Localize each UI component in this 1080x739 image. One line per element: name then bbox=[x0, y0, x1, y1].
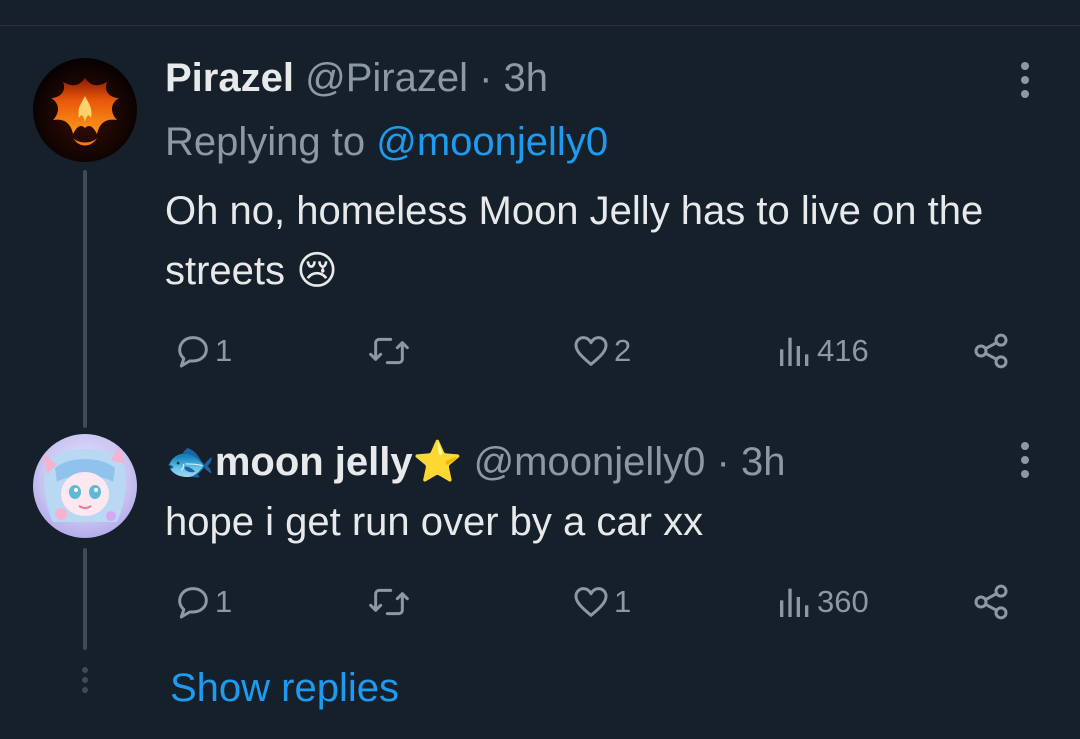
tweet-header: Pirazel @Pirazel · 3h bbox=[165, 54, 548, 102]
retweet-button[interactable] bbox=[367, 326, 413, 376]
views-icon bbox=[780, 588, 809, 617]
more-vertical-icon[interactable] bbox=[1010, 440, 1040, 480]
handle[interactable]: @moonjelly0 bbox=[474, 440, 706, 484]
views-button[interactable]: 360 bbox=[775, 577, 869, 627]
like-count: 2 bbox=[614, 333, 632, 368]
reply-icon bbox=[178, 587, 208, 619]
share-button[interactable] bbox=[971, 326, 1011, 376]
show-replies-link[interactable]: Show replies bbox=[170, 660, 399, 716]
heart-icon bbox=[574, 336, 608, 366]
timestamp[interactable]: · 3h bbox=[479, 56, 548, 100]
tweet-pirazel[interactable]: Pirazel @Pirazel · 3h Replying to @moonj… bbox=[0, 0, 1080, 428]
share-icon bbox=[974, 333, 1008, 369]
views-button[interactable]: 416 bbox=[775, 326, 869, 376]
tweet-text-content: hope i get run over by a car xx bbox=[165, 500, 704, 544]
reply-icon bbox=[178, 336, 208, 368]
thread-line bbox=[83, 170, 87, 428]
replying-prefix: Replying to bbox=[165, 120, 366, 164]
tweet-text: hope i get run over by a car xx bbox=[165, 492, 1045, 552]
avatar-pirazel[interactable] bbox=[33, 58, 137, 162]
view-count: 360 bbox=[817, 584, 869, 619]
share-icon bbox=[974, 584, 1008, 620]
star-emoji: ⭐ bbox=[412, 440, 463, 484]
heart-icon bbox=[574, 587, 608, 617]
avatar-moonjelly[interactable] bbox=[33, 434, 137, 538]
tweet-moonjelly[interactable]: 🐟moon jelly⭐ @moonjelly0 · 3h hope i get… bbox=[0, 400, 1080, 660]
tweet-text-content: Oh no, homeless Moon Jelly has to live o… bbox=[165, 189, 984, 293]
thread-dots-icon bbox=[80, 666, 90, 702]
more-vertical-icon[interactable] bbox=[1010, 60, 1040, 100]
share-button[interactable] bbox=[971, 577, 1011, 627]
fish-emoji: 🐟 bbox=[165, 440, 215, 484]
reply-button[interactable]: 1 bbox=[173, 326, 232, 376]
mention-link[interactable]: @moonjelly0 bbox=[376, 120, 608, 164]
tweet-actions: 1 1 360 bbox=[165, 577, 1045, 627]
reply-count: 1 bbox=[215, 584, 233, 619]
like-count: 1 bbox=[614, 584, 632, 619]
retweet-icon bbox=[369, 588, 409, 616]
thread-line-2 bbox=[83, 548, 87, 650]
tweet-header: 🐟moon jelly⭐ @moonjelly0 · 3h bbox=[165, 438, 785, 486]
retweet-icon bbox=[369, 337, 409, 365]
view-count: 416 bbox=[817, 333, 869, 368]
tweet-text: Oh no, homeless Moon Jelly has to live o… bbox=[165, 181, 1045, 301]
display-name[interactable]: Pirazel bbox=[165, 56, 294, 100]
retweet-button[interactable] bbox=[367, 577, 413, 627]
tweet-actions: 1 2 416 bbox=[165, 326, 1045, 376]
reply-button[interactable]: 1 bbox=[173, 577, 232, 627]
like-button[interactable]: 2 bbox=[570, 326, 631, 376]
views-icon bbox=[780, 337, 809, 366]
replying-to: Replying to @moonjelly0 bbox=[165, 118, 608, 166]
handle[interactable]: @Pirazel bbox=[305, 56, 468, 100]
like-button[interactable]: 1 bbox=[570, 577, 631, 627]
crying-face-emoji: 😢 bbox=[296, 249, 338, 293]
display-name[interactable]: moon jelly bbox=[215, 440, 413, 484]
timestamp[interactable]: · 3h bbox=[717, 440, 786, 484]
reply-count: 1 bbox=[215, 333, 233, 368]
